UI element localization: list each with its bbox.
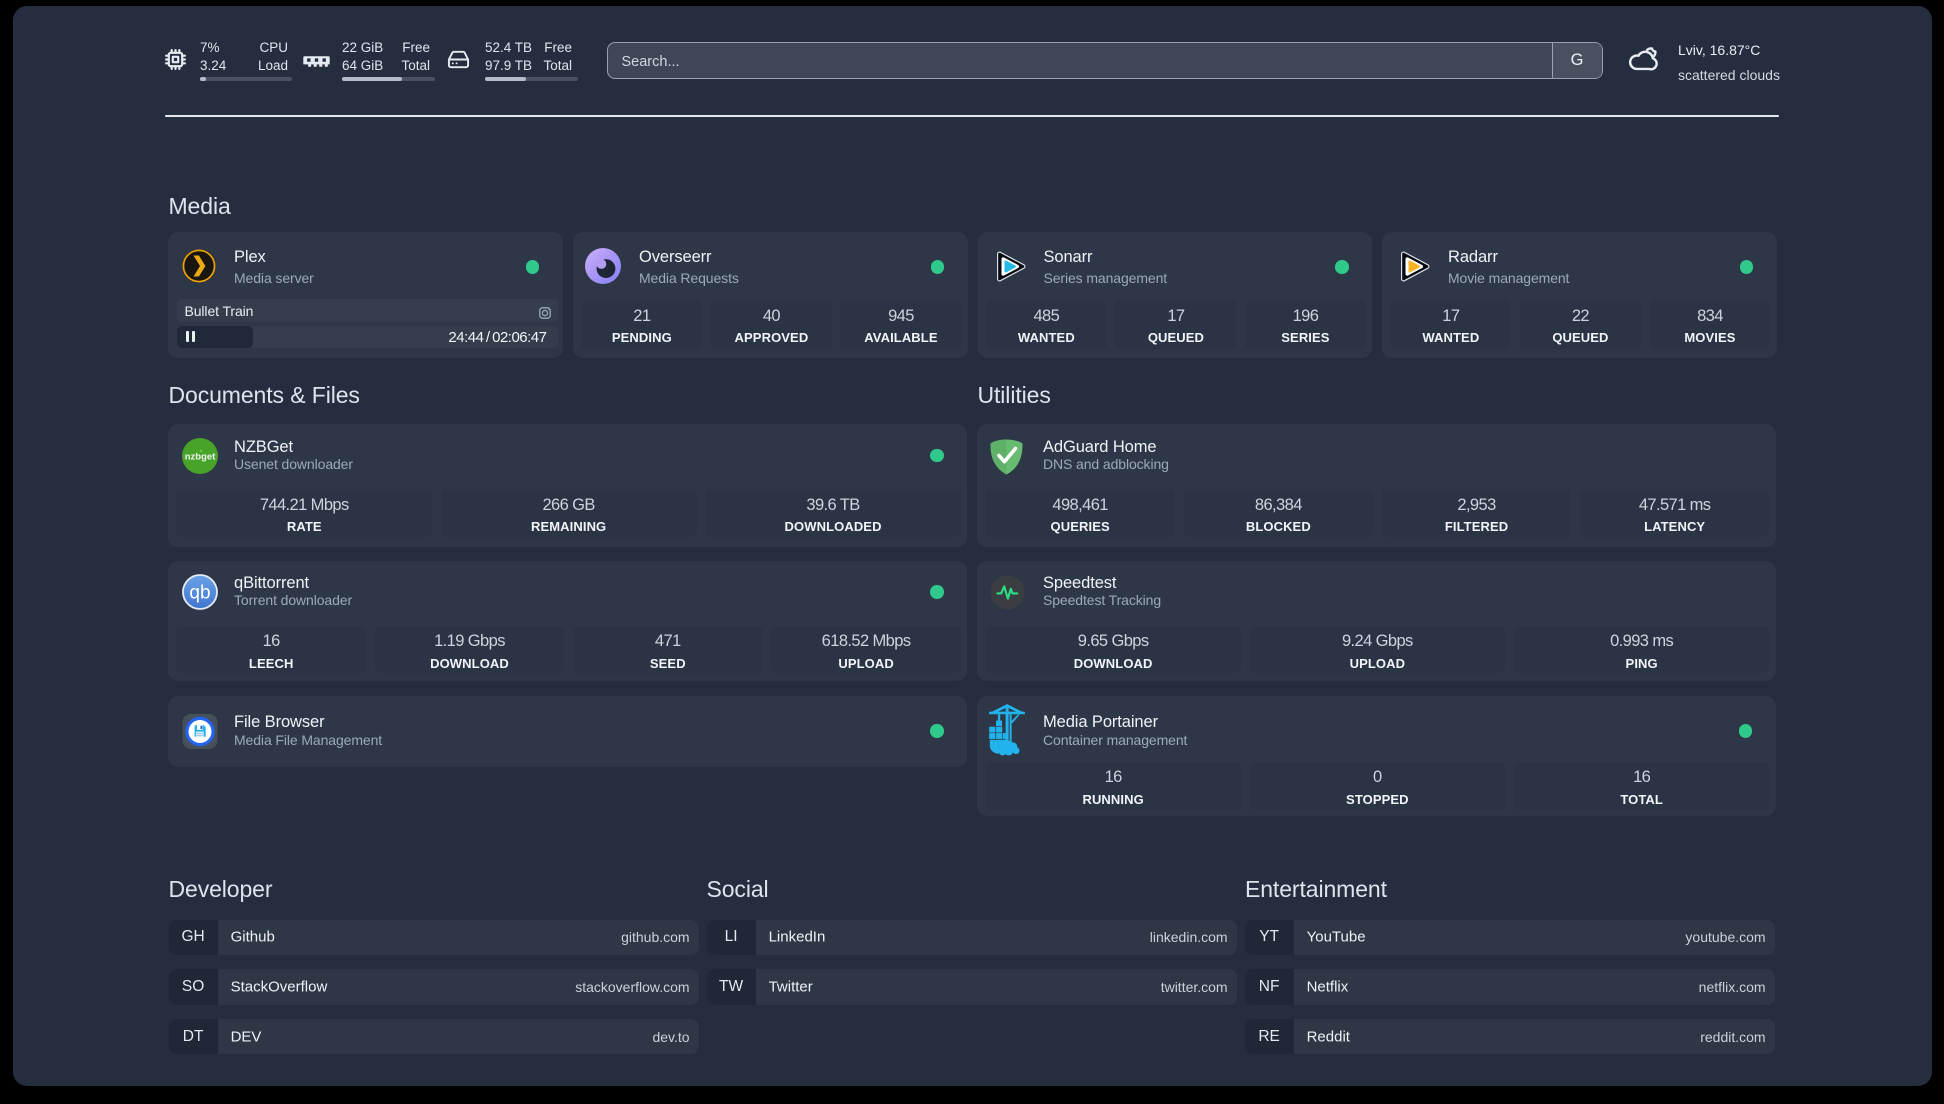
svg-text:qb: qb [189, 583, 210, 604]
svg-text:nzbget: nzbget [185, 451, 216, 462]
